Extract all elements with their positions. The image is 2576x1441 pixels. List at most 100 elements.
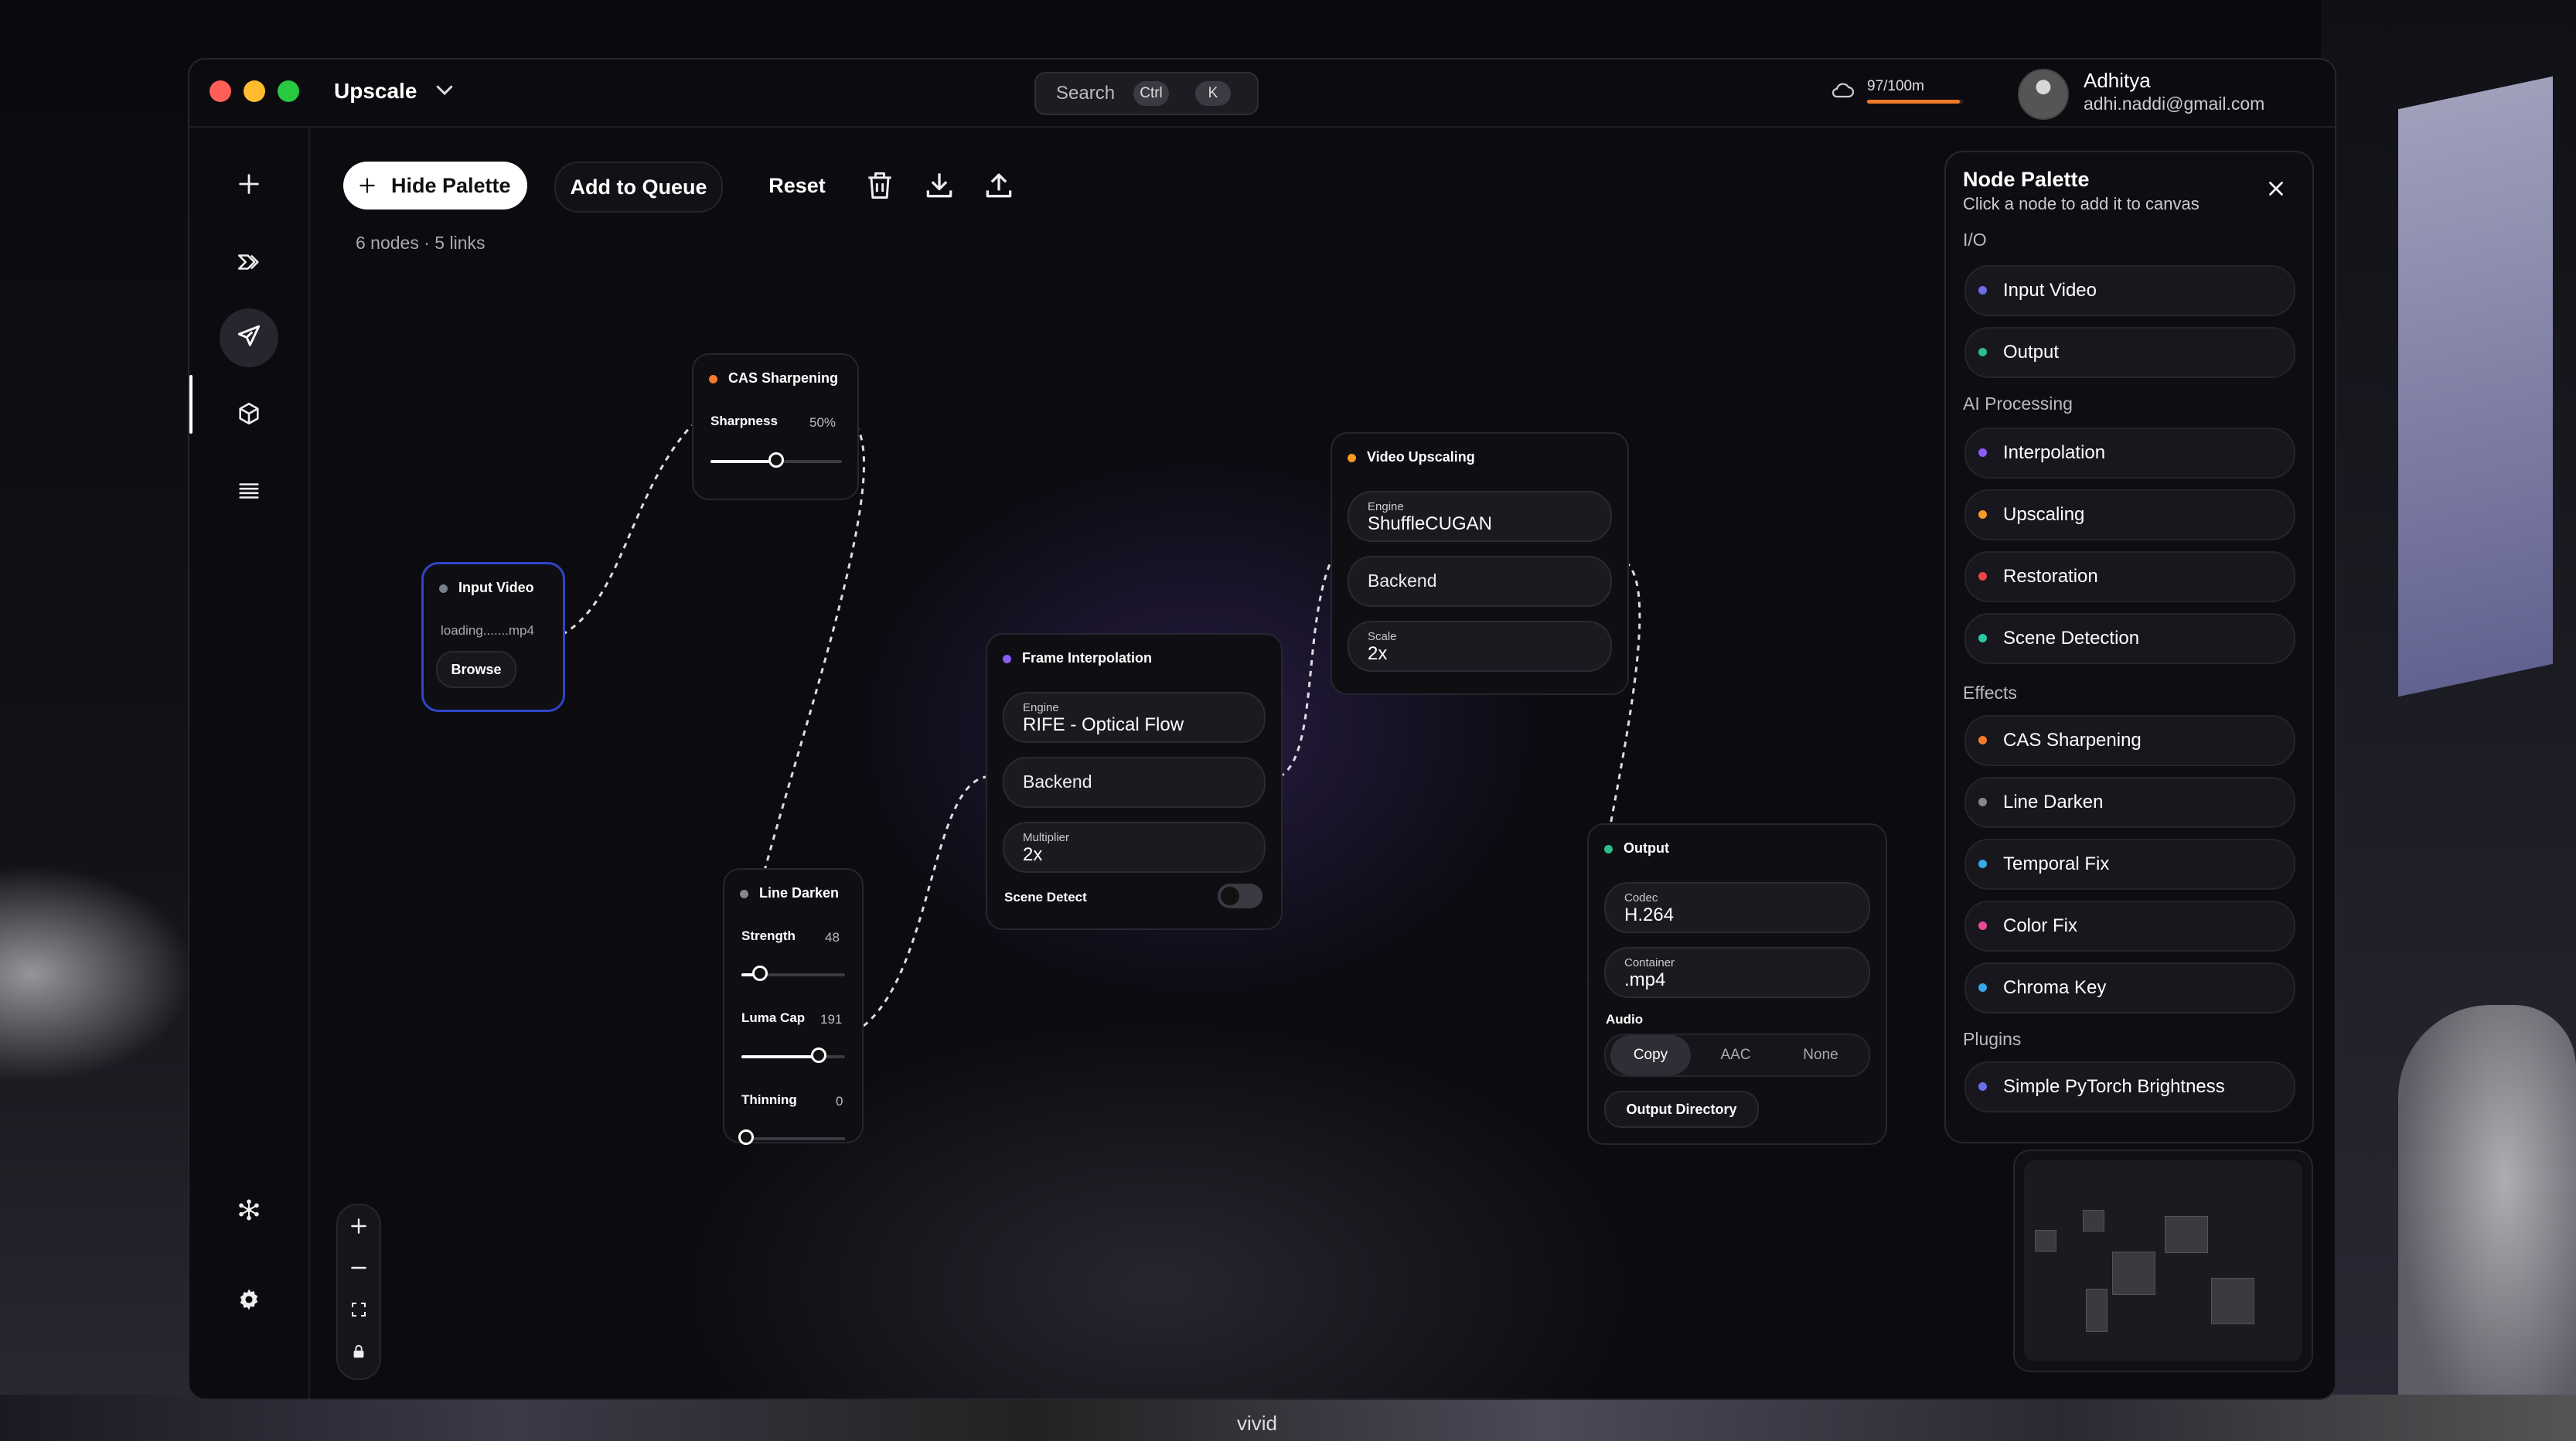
container-select[interactable]: Container .mp4 xyxy=(1604,947,1870,998)
codec-select[interactable]: Codec H.264 xyxy=(1604,882,1870,933)
upscale-backend-select[interactable]: Backend xyxy=(1348,556,1612,607)
reset-button[interactable]: Reset xyxy=(762,162,832,210)
upscale-scale-select[interactable]: Scale 2x xyxy=(1348,621,1612,672)
strength-slider[interactable] xyxy=(741,966,845,981)
minimize-window-button[interactable] xyxy=(244,80,265,102)
palette-item-restoration[interactable]: Restoration xyxy=(1964,551,2295,602)
background-photo-strip xyxy=(0,1395,2576,1441)
sharpness-slider[interactable] xyxy=(710,452,842,468)
slider-handle[interactable] xyxy=(752,966,768,981)
audio-option-copy[interactable]: Copy xyxy=(1610,1035,1691,1075)
palette-item-scene-detection[interactable]: Scene Detection xyxy=(1964,613,2295,664)
palette-item-interpolation[interactable]: Interpolation xyxy=(1964,428,2295,479)
close-window-button[interactable] xyxy=(210,80,231,102)
palette-item-chroma-key[interactable]: Chroma Key xyxy=(1964,962,2295,1013)
palette-item-line-darken[interactable]: Line Darken xyxy=(1964,777,2295,828)
palette-dot xyxy=(1978,348,1987,356)
luma-cap-value: 191 xyxy=(820,1012,843,1027)
sidebar-plugins-button[interactable] xyxy=(220,1182,278,1241)
interp-backend-select[interactable]: Backend xyxy=(1003,757,1266,808)
zoom-out-button[interactable] xyxy=(338,1247,380,1289)
audio-label: Audio xyxy=(1606,1012,1644,1027)
user-email: adhi.naddi@gmail.com xyxy=(2084,94,2265,114)
upscale-engine-select[interactable]: Engine ShuffleCUGAN xyxy=(1348,491,1612,542)
node-output[interactable]: Output Codec H.264 Container .mp4 Audio … xyxy=(1587,823,1887,1145)
sidebar-workflow-button[interactable] xyxy=(220,308,278,367)
project-title[interactable]: Upscale xyxy=(334,79,417,104)
node-cas-sharpening[interactable]: CAS Sharpening Sharpness 50% xyxy=(692,353,859,500)
delete-button[interactable] xyxy=(863,168,897,202)
sidebar-active-indicator xyxy=(189,375,193,434)
node-status-dot xyxy=(740,889,748,898)
scene-detect-label: Scene Detect xyxy=(1004,890,1087,904)
thinning-value: 0 xyxy=(836,1094,843,1109)
palette-dot xyxy=(1978,572,1987,581)
palette-dot xyxy=(1978,510,1987,519)
palette-item-output[interactable]: Output xyxy=(1964,327,2295,378)
hide-palette-button[interactable]: Hide Palette xyxy=(343,162,527,210)
node-input-video[interactable]: Input Video loading.......mp4 Browse xyxy=(421,562,565,712)
avatar[interactable] xyxy=(2018,69,2069,120)
import-button[interactable] xyxy=(922,168,956,202)
slider-handle[interactable] xyxy=(738,1129,754,1145)
minimap-node xyxy=(2211,1278,2254,1324)
scene-detect-toggle[interactable] xyxy=(1218,884,1262,908)
zoom-controls xyxy=(336,1204,381,1380)
slider-handle[interactable] xyxy=(811,1048,826,1063)
palette-item-pytorch-brightness[interactable]: Simple PyTorch Brightness xyxy=(1964,1061,2295,1112)
container-label: Container xyxy=(1624,956,1675,969)
minimap[interactable] xyxy=(2013,1150,2313,1372)
cloud-icon xyxy=(1831,80,1855,100)
search-box[interactable]: Search Ctrl K xyxy=(1034,72,1259,115)
node-palette: Node Palette Click a node to add it to c… xyxy=(1944,151,2314,1143)
sidebar-settings-button[interactable] xyxy=(220,1272,278,1330)
list-icon xyxy=(236,478,262,508)
zoom-in-button[interactable] xyxy=(338,1205,380,1247)
minimap-node xyxy=(2083,1210,2104,1231)
node-status-dot xyxy=(439,584,448,593)
node-video-upscaling[interactable]: Video Upscaling Engine ShuffleCUGAN Back… xyxy=(1331,432,1629,695)
node-line-darken[interactable]: Line Darken Strength 48 Luma Cap 191 Thi… xyxy=(723,868,864,1145)
output-directory-button[interactable]: Output Directory xyxy=(1604,1091,1759,1128)
fit-view-button[interactable] xyxy=(338,1289,380,1330)
node-interp-title: Frame Interpolation xyxy=(1022,650,1153,666)
palette-item-color-fix[interactable]: Color Fix xyxy=(1964,901,2295,952)
node-cas-title: CAS Sharpening xyxy=(728,370,839,386)
thinning-slider[interactable] xyxy=(738,1129,845,1145)
sidebar-models-button[interactable] xyxy=(220,386,278,445)
chevron-down-icon[interactable] xyxy=(433,78,456,107)
node-title: Line Darken xyxy=(740,885,839,901)
palette-item-upscaling[interactable]: Upscaling xyxy=(1964,489,2295,540)
sidebar-tags-button[interactable] xyxy=(220,234,278,293)
slider-handle[interactable] xyxy=(768,452,784,468)
search-label: Search xyxy=(1056,83,1116,104)
audio-option-none[interactable]: None xyxy=(1780,1035,1861,1075)
maximize-window-button[interactable] xyxy=(278,80,299,102)
palette-category-plugins: Plugins xyxy=(1963,1029,2022,1049)
interp-multiplier-select[interactable]: Multiplier 2x xyxy=(1003,822,1266,873)
palette-dot xyxy=(1978,286,1987,295)
palette-dot xyxy=(1978,634,1987,642)
palette-item-input-video[interactable]: Input Video xyxy=(1964,265,2295,316)
gear-icon xyxy=(236,1286,262,1317)
export-button[interactable] xyxy=(982,168,1016,202)
backend-label: Backend xyxy=(1368,571,1437,591)
node-status-dot xyxy=(709,374,717,383)
palette-dot xyxy=(1978,1082,1987,1091)
audio-option-aac[interactable]: AAC xyxy=(1695,1035,1776,1075)
node-status-dot xyxy=(1604,844,1613,853)
node-frame-interpolation[interactable]: Frame Interpolation Engine RIFE - Optica… xyxy=(986,633,1283,930)
palette-item-cas-sharpening[interactable]: CAS Sharpening xyxy=(1964,715,2295,766)
sidebar-queue-button[interactable] xyxy=(220,463,278,522)
sidebar-add-button[interactable] xyxy=(220,156,278,215)
add-to-queue-button[interactable]: Add to Queue xyxy=(554,162,723,213)
lock-button[interactable] xyxy=(338,1330,380,1372)
browse-button[interactable]: Browse xyxy=(436,651,516,688)
interp-engine-select[interactable]: Engine RIFE - Optical Flow xyxy=(1003,692,1266,743)
palette-item-temporal-fix[interactable]: Temporal Fix xyxy=(1964,839,2295,890)
backend-label: Backend xyxy=(1023,772,1092,792)
close-palette-button[interactable] xyxy=(2264,177,2288,205)
title-bar: Upscale Search Ctrl K 97/100m Adhitya ad… xyxy=(189,60,2335,128)
background-lit-panel xyxy=(2398,76,2553,697)
luma-cap-slider[interactable] xyxy=(741,1048,845,1063)
